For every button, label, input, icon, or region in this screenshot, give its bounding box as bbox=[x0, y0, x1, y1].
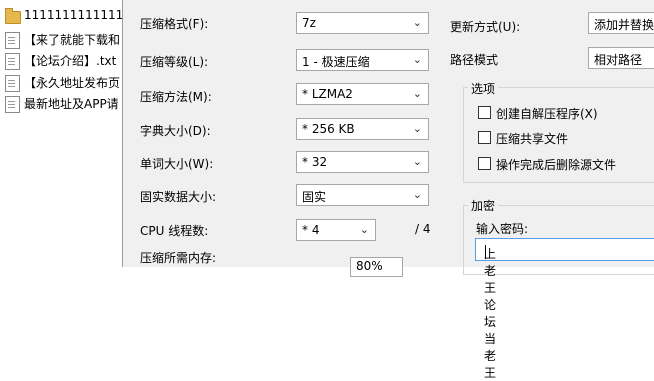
encryption-group-title: 加密 bbox=[468, 197, 499, 214]
path-mode-value: 相对路径 bbox=[594, 53, 643, 67]
text-caret bbox=[485, 245, 486, 259]
archive-dialog: 压缩格式(F): 7z ⌄ 压缩等级(L): 1 - 极速压缩 ⌄ 压缩方法(M… bbox=[122, 0, 654, 380]
text-file-icon bbox=[5, 75, 20, 92]
compression-method-label: 压缩方法(M): bbox=[140, 90, 212, 104]
path-mode-select[interactable]: 相对路径 bbox=[588, 47, 654, 69]
password-value: 上老王论坛当老王 bbox=[484, 247, 497, 380]
chevron-down-icon: ⌄ bbox=[412, 122, 422, 135]
password-input[interactable]: 上老王论坛当老王 bbox=[475, 238, 654, 380]
compression-level-label: 压缩等级(L): bbox=[140, 55, 209, 69]
file-item[interactable]: 11111111111111 bbox=[0, 6, 128, 26]
chevron-down-icon: ⌄ bbox=[359, 223, 369, 236]
shared-files-option-label: 压缩共享文件 bbox=[496, 132, 569, 146]
file-item[interactable]: 【来了就能下载和 bbox=[0, 29, 128, 49]
update-mode-label: 更新方式(U): bbox=[450, 20, 521, 34]
cpu-threads-select[interactable]: * 4 ⌄ bbox=[296, 219, 376, 241]
update-mode-value: 添加并替换 bbox=[594, 18, 654, 32]
text-file-icon bbox=[5, 32, 20, 49]
compression-method-select[interactable]: * LZMA2 ⌄ bbox=[296, 83, 429, 105]
text-file-icon bbox=[5, 53, 20, 70]
memory-usage-select[interactable]: 80% bbox=[350, 257, 403, 277]
delete-after-option-label: 操作完成后删除源文件 bbox=[496, 158, 617, 172]
delete-after-checkbox[interactable] bbox=[478, 157, 491, 170]
folder-icon bbox=[5, 8, 21, 24]
chevron-down-icon: ⌄ bbox=[412, 188, 422, 201]
dictionary-size-value: * 256 KB bbox=[302, 122, 355, 136]
archive-format-select[interactable]: 7z ⌄ bbox=[296, 12, 429, 34]
path-mode-label: 路径模式 bbox=[450, 53, 499, 67]
solid-block-size-label: 固实数据大小: bbox=[140, 190, 217, 204]
password-label: 输入密码: bbox=[476, 222, 529, 236]
file-name: 【永久地址发布页 bbox=[24, 76, 121, 90]
cpu-threads-value: * 4 bbox=[302, 223, 320, 237]
file-item[interactable]: 【论坛介绍】.txt bbox=[0, 50, 128, 70]
archive-format-label: 压缩格式(F): bbox=[140, 17, 209, 31]
sfx-option-label: 创建自解压程序(X) bbox=[496, 107, 598, 121]
cpu-threads-label: CPU 线程数: bbox=[140, 224, 209, 238]
text-file-icon bbox=[5, 96, 20, 113]
compression-level-select[interactable]: 1 - 极速压缩 ⌄ bbox=[296, 49, 429, 71]
chevron-down-icon: ⌄ bbox=[412, 155, 422, 168]
word-size-select[interactable]: * 32 ⌄ bbox=[296, 151, 429, 173]
file-list: 11111111111111 【来了就能下载和 【论坛介绍】.txt 【永久地址… bbox=[0, 0, 128, 118]
update-mode-select[interactable]: 添加并替换 bbox=[588, 12, 654, 34]
archive-format-value: 7z bbox=[302, 16, 316, 30]
options-group-title: 选项 bbox=[468, 80, 499, 97]
sfx-checkbox[interactable] bbox=[478, 106, 491, 119]
file-name: 最新地址及APP请 bbox=[24, 97, 119, 111]
dictionary-size-select[interactable]: * 256 KB ⌄ bbox=[296, 118, 429, 140]
dictionary-size-label: 字典大小(D): bbox=[140, 124, 211, 138]
chevron-down-icon: ⌄ bbox=[412, 53, 422, 66]
memory-usage-value: 80% bbox=[356, 259, 383, 273]
file-name: 【来了就能下载和 bbox=[24, 33, 121, 47]
solid-block-size-select[interactable]: 固实 ⌄ bbox=[296, 184, 429, 206]
word-size-value: * 32 bbox=[302, 155, 328, 169]
chevron-down-icon: ⌄ bbox=[412, 87, 422, 100]
cpu-threads-total: / 4 bbox=[415, 222, 431, 236]
compression-method-value: * LZMA2 bbox=[302, 87, 353, 101]
solid-block-size-value: 固实 bbox=[302, 190, 327, 204]
file-name: 11111111111111 bbox=[24, 8, 128, 22]
shared-files-checkbox[interactable] bbox=[478, 131, 491, 144]
word-size-label: 单词大小(W): bbox=[140, 157, 214, 171]
memory-usage-label: 压缩所需内存: bbox=[140, 251, 217, 265]
file-name: 【论坛介绍】.txt bbox=[24, 54, 117, 68]
compression-level-value: 1 - 极速压缩 bbox=[302, 55, 370, 69]
file-item[interactable]: 【永久地址发布页 bbox=[0, 72, 128, 92]
file-item[interactable]: 最新地址及APP请 bbox=[0, 93, 128, 113]
chevron-down-icon: ⌄ bbox=[412, 16, 422, 29]
